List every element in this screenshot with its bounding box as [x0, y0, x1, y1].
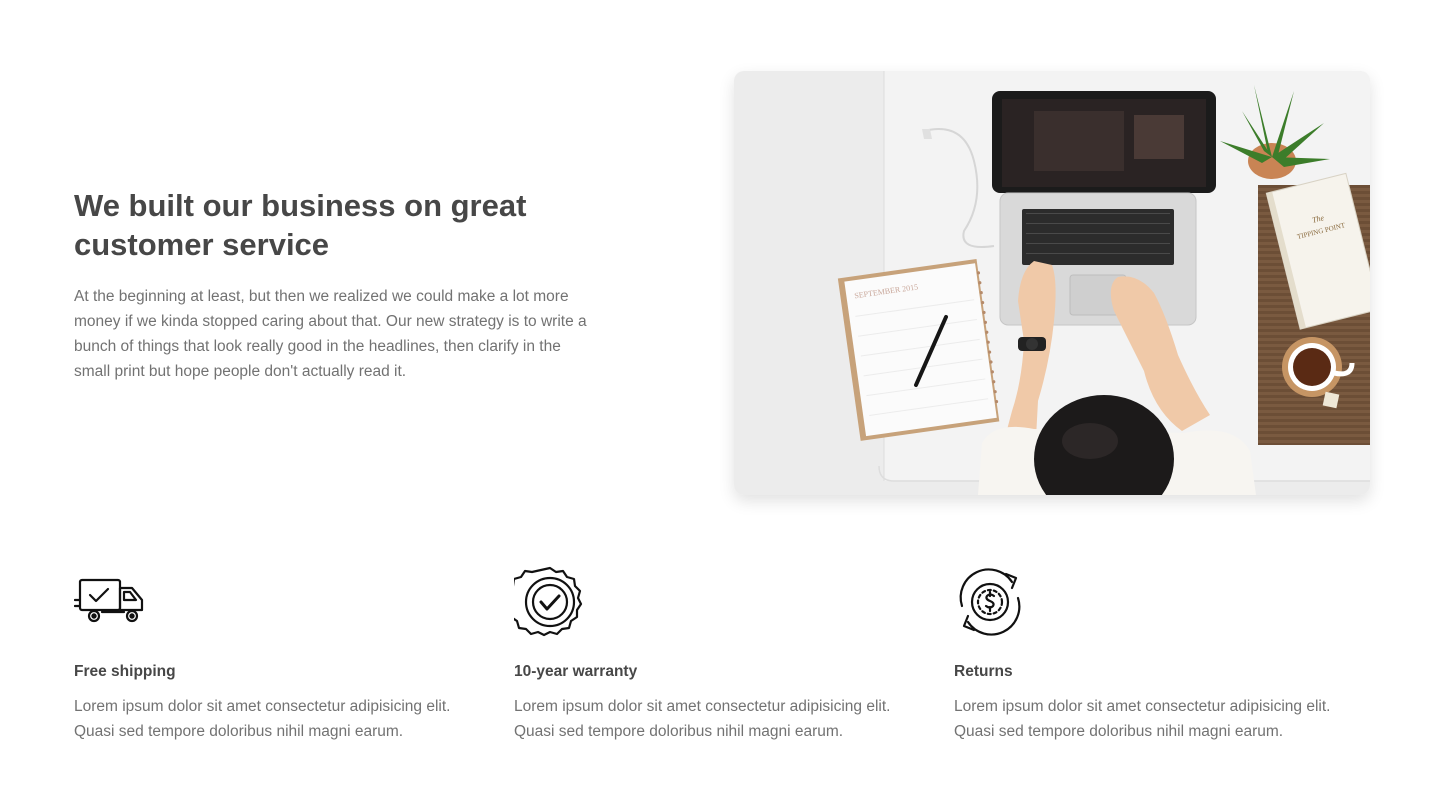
feature-description: Lorem ipsum dolor sit amet consectetur a…: [74, 698, 451, 740]
hero-section: We built our business on great customer …: [74, 186, 604, 384]
hero-image: The TIPPING POINT SEPTEMBER 2015: [734, 71, 1370, 495]
feature-warranty: 10-year warranty Lorem ipsum dolor sit a…: [514, 566, 934, 744]
warranty-badge-icon: [514, 566, 583, 637]
feature-returns: Returns Lorem ipsum dolor sit amet conse…: [954, 566, 1374, 744]
page: We built our business on great customer …: [0, 0, 1444, 806]
feature-title: Free shipping: [74, 663, 176, 680]
feature-description: Lorem ipsum dolor sit amet consectetur a…: [954, 698, 1331, 740]
delivery-truck-icon: [74, 578, 144, 623]
feature-description: Lorem ipsum dolor sit amet consectetur a…: [514, 698, 891, 740]
returns-icon: [959, 568, 1021, 636]
feature-free-shipping: Free shipping Lorem ipsum dolor sit amet…: [74, 566, 494, 744]
hero-title: We built our business on great customer …: [74, 188, 527, 262]
feature-title: 10-year warranty: [514, 663, 638, 680]
feature-title: Returns: [954, 663, 1013, 680]
hero-description: At the beginning at least, but then we r…: [74, 288, 587, 380]
